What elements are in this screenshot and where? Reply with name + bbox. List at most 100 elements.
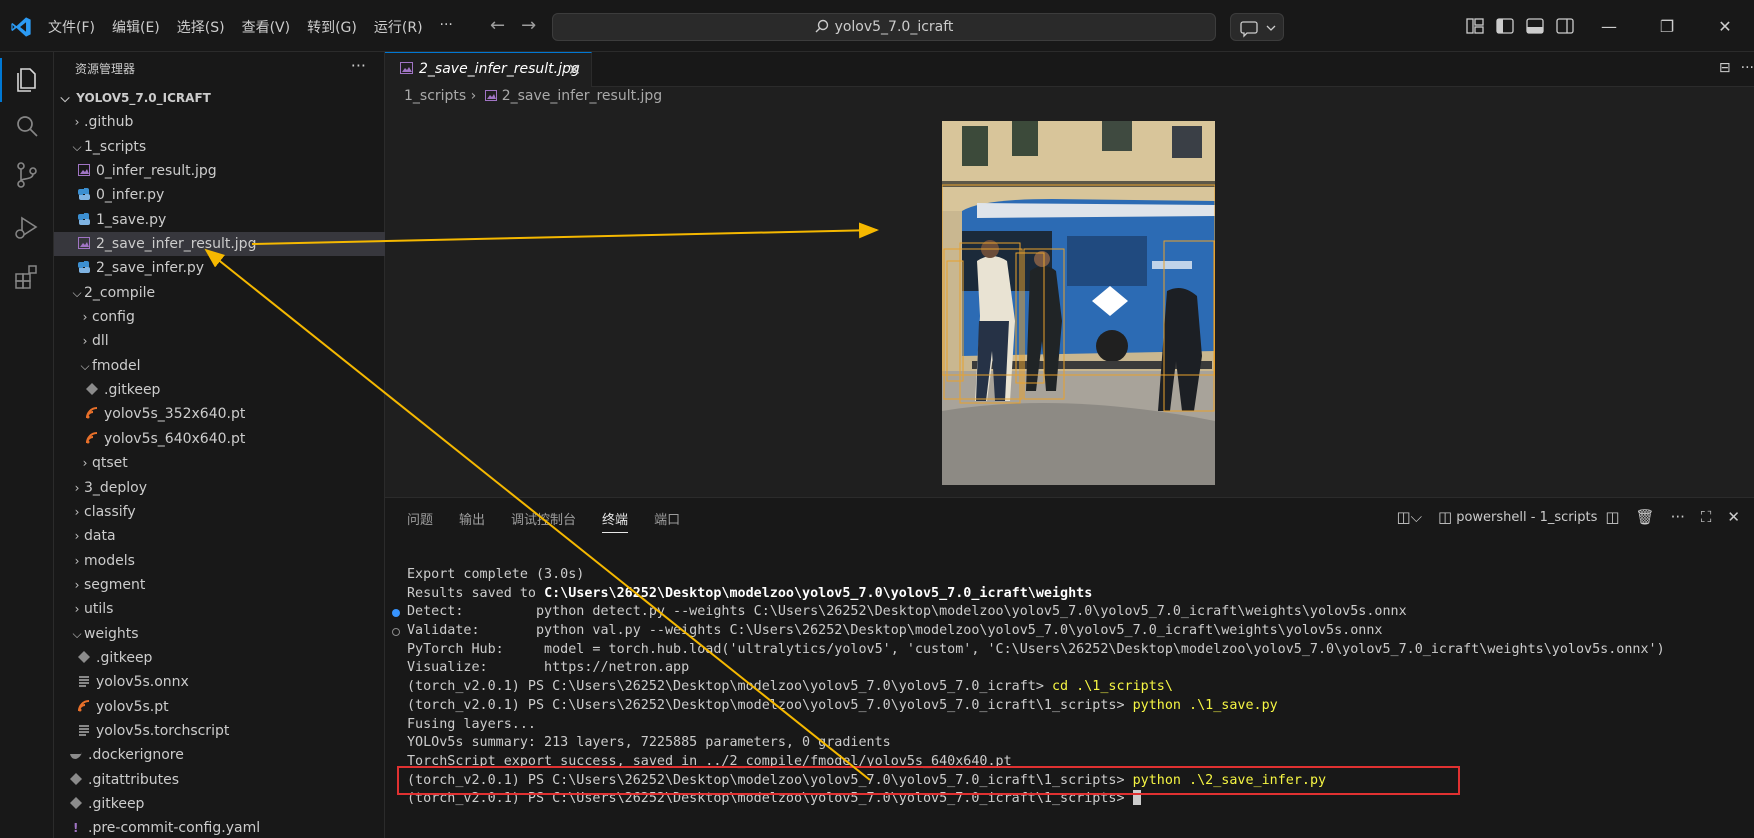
panel-tab[interactable]: 调试控制台 (511, 509, 576, 533)
layout-customize-icon[interactable] (1466, 18, 1484, 34)
active-indicator (0, 58, 2, 102)
chevron-right-icon: › (74, 504, 80, 519)
source-control-icon[interactable] (12, 160, 42, 190)
tree-file[interactable]: 2_save_infer_result.jpg (54, 232, 385, 257)
tree-folder[interactable]: › dll (54, 329, 385, 353)
restore-button[interactable]: ❐ (1638, 17, 1696, 36)
tree-file[interactable]: 1_save.py (54, 208, 385, 232)
command-success-icon[interactable] (392, 609, 400, 618)
breadcrumb-folder[interactable]: 1_scripts (404, 88, 466, 104)
tree-folder[interactable]: › qtset (54, 451, 385, 475)
tree-folder[interactable]: › .github (54, 110, 385, 134)
menu-item[interactable]: 运行(R) (374, 17, 423, 37)
tree-file[interactable]: .gitkeep (54, 792, 385, 816)
editor-more-icon[interactable]: ··· (1741, 60, 1754, 76)
explorer-more-button[interactable]: ··· (351, 56, 366, 75)
split-terminal-icon[interactable]: ◫⌵ (1396, 508, 1422, 526)
run-debug-icon[interactable] (12, 212, 42, 242)
panel-tab[interactable]: 问题 (407, 509, 433, 533)
toggle-panel-icon[interactable] (1526, 18, 1544, 34)
breadcrumb-file[interactable]: 2_save_infer_result.jpg (502, 88, 662, 104)
terminal-text: Detect: python detect.py --weights C:\Us… (407, 604, 1407, 620)
chevron-right-icon: › (74, 602, 80, 617)
maximize-panel-icon[interactable]: ⛶ (1701, 508, 1712, 526)
image-file-icon (400, 62, 413, 74)
tree-file[interactable]: .gitattributes (54, 768, 385, 792)
panel-tab[interactable]: 输出 (459, 509, 485, 533)
image-file-icon (78, 164, 90, 177)
tree-folder[interactable]: ⌵ 2_compile (54, 281, 385, 305)
chevron-down-icon: ⌵ (72, 626, 82, 641)
tree-item-label: 2_save_infer_result.jpg (96, 236, 257, 253)
tree-folder[interactable]: › config (54, 305, 385, 329)
tree-item-label: models (84, 552, 135, 569)
terminal-path: C:\Users\26252\Desktop\modelzoo\yolov5_7… (544, 585, 1093, 601)
forward-arrow-icon[interactable]: → (521, 15, 536, 36)
workspace-root[interactable]: ⌵ YOLOV5_7.0_ICRAFT (54, 86, 385, 110)
terminal-name[interactable]: powershell - 1_scripts (1456, 510, 1597, 525)
chevron-right-icon: › (74, 115, 80, 130)
minimize-button[interactable]: — (1580, 17, 1638, 36)
menu-item[interactable]: ··· (440, 17, 453, 37)
menu-item[interactable]: 编辑(E) (112, 17, 160, 37)
tree-folder[interactable]: › segment (54, 573, 385, 597)
menu-item[interactable]: 选择(S) (177, 17, 225, 37)
back-arrow-icon[interactable]: ← (490, 15, 505, 36)
vscode-logo-icon[interactable] (10, 16, 32, 38)
tree-file[interactable]: 2_save_infer.py (54, 256, 385, 280)
title-bar: 文件(F) 编辑(E) 选择(S) 查看(V) 转到(G) 运行(R) ··· ← → yol… (0, 0, 1754, 52)
tree-file[interactable]: yolov5s_640x640.pt (54, 427, 385, 451)
panel-more-icon[interactable]: ··· (1671, 508, 1685, 526)
tree-file[interactable]: .gitkeep (54, 646, 385, 670)
tree-folder[interactable]: › data (54, 524, 385, 548)
kill-terminal-icon[interactable]: 🗑︎ (1636, 508, 1655, 526)
extensions-icon[interactable] (12, 262, 42, 292)
toggle-primary-sidebar-icon[interactable] (1496, 18, 1514, 34)
tree-file[interactable]: yolov5s_352x640.pt (54, 402, 385, 426)
tree-file[interactable]: 0_infer.py (54, 183, 385, 207)
tree-folder[interactable]: ⌵ weights (54, 622, 385, 646)
menu-item[interactable]: 查看(V) (242, 17, 291, 37)
tree-folder[interactable]: › models (54, 549, 385, 573)
search-icon (815, 19, 828, 33)
tab-close-icon[interactable]: ✕ (568, 53, 581, 86)
tree-file[interactable]: yolov5s.pt (54, 695, 385, 719)
close-window-button[interactable]: ✕ (1696, 17, 1754, 36)
command-center-search[interactable]: yolov5_7.0_icraft (552, 13, 1216, 41)
menu-bar: 文件(F) 编辑(E) 选择(S) 查看(V) 转到(G) 运行(R) ··· (48, 17, 470, 37)
terminal-line: Fusing layers... (407, 716, 1665, 735)
tree-item-label: 1_save.py (96, 211, 167, 228)
docker-file-icon (70, 752, 82, 760)
tree-file[interactable]: ! .pre-commit-config.yaml (54, 816, 385, 838)
tree-file[interactable]: yolov5s.onnx (54, 670, 385, 694)
copilot-button[interactable] (1230, 13, 1284, 41)
toggle-secondary-sidebar-icon[interactable] (1556, 18, 1574, 34)
chevron-right-icon: › (74, 529, 80, 544)
tree-folder[interactable]: ⌵ fmodel (54, 354, 385, 378)
split-editor-icon[interactable]: ⊟ (1719, 60, 1731, 76)
tree-file[interactable]: yolov5s.torchscript (54, 719, 385, 743)
split-panel-icon[interactable]: ◫ (1605, 508, 1619, 526)
menu-item[interactable]: 文件(F) (48, 17, 95, 37)
explorer-icon[interactable] (12, 64, 42, 94)
panel-tab[interactable]: 终端 (602, 509, 629, 533)
inference-result-image (942, 121, 1215, 485)
menu-item[interactable]: 转到(G) (307, 17, 357, 37)
tree-folder[interactable]: ⌵ 1_scripts (54, 135, 385, 159)
search-text: yolov5_7.0_icraft (834, 19, 954, 35)
tree-folder[interactable]: › 3_deploy (54, 476, 385, 500)
command-decoration-icon[interactable] (392, 628, 400, 637)
tree-item-label: dll (92, 333, 109, 350)
tree-folder[interactable]: › utils (54, 597, 385, 621)
tree-folder[interactable]: › classify (54, 500, 385, 524)
tree-item-label: .gitattributes (88, 771, 180, 788)
tab-2-save-infer-result[interactable]: 2_save_infer_result.jpg ✕ (385, 52, 592, 87)
panel-tab[interactable]: 端口 (654, 509, 680, 533)
tree-file[interactable]: .gitkeep (54, 378, 385, 402)
tree-file[interactable]: 0_infer_result.jpg (54, 159, 385, 183)
tree-file[interactable]: .dockerignore (54, 743, 385, 767)
terminal-line: (torch_v2.0.1) PS C:\Users\26252\Desktop… (407, 697, 1665, 716)
close-panel-icon[interactable]: ✕ (1727, 508, 1740, 526)
search-view-icon[interactable] (12, 112, 42, 142)
chevron-right-icon: › (74, 577, 80, 592)
